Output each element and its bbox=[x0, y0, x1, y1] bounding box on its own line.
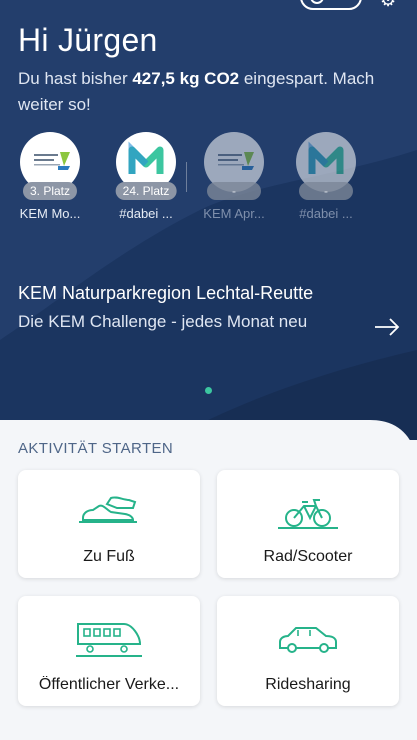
badge-name: KEM Mo... bbox=[19, 206, 81, 221]
arrow-right-icon[interactable] bbox=[374, 318, 400, 336]
savings-text: Du hast bisher 427,5 kg CO2 eingespart. … bbox=[18, 66, 398, 118]
badge-rank: - bbox=[207, 182, 261, 200]
toggle-knob bbox=[310, 0, 324, 4]
activity-label: Rad/Scooter bbox=[263, 548, 353, 565]
badge-rank: - bbox=[299, 182, 353, 200]
activity-tile-bike[interactable]: Rad/Scooter bbox=[217, 470, 399, 578]
activity-tile-walk[interactable]: Zu Fuß bbox=[18, 470, 200, 578]
greeting-title: Hi Jürgen bbox=[18, 22, 158, 58]
challenge-badges: 3. Platz KEM Mo... 24. Platz #dabei ... bbox=[14, 132, 414, 224]
car-icon bbox=[279, 627, 337, 653]
challenge-subtitle: Die KEM Challenge - jedes Monat neu bbox=[18, 312, 308, 331]
badge-dabei-2[interactable]: - #dabei ... bbox=[290, 132, 362, 221]
hero-banner: ⚙ Hi Jürgen Du hast bisher 427,5 kg CO2 … bbox=[0, 0, 417, 440]
activity-label: Öffentlicher Verke... bbox=[38, 676, 180, 693]
settings-icon[interactable]: ⚙ bbox=[380, 0, 396, 11]
challenge-title[interactable]: KEM Naturparkregion Lechtal-Reutte bbox=[18, 283, 313, 304]
savings-prefix: Du hast bisher bbox=[18, 69, 133, 88]
train-icon bbox=[76, 623, 142, 657]
carousel-indicator bbox=[205, 387, 212, 394]
section-title: AKTIVITÄT STARTEN bbox=[18, 440, 174, 457]
activity-tile-public-transport[interactable]: Öffentlicher Verke... bbox=[18, 596, 200, 706]
badge-divider bbox=[186, 162, 187, 192]
bicycle-icon bbox=[278, 499, 338, 529]
activity-label: Ridesharing bbox=[265, 676, 351, 693]
badge-name: #dabei ... bbox=[299, 206, 353, 221]
badge-rank: 24. Platz bbox=[115, 182, 177, 200]
badge-kem-mo[interactable]: 3. Platz KEM Mo... bbox=[14, 132, 86, 221]
activity-tile-ridesharing[interactable]: Ridesharing bbox=[217, 596, 399, 706]
badge-kem-apr[interactable]: - KEM Apr... bbox=[198, 132, 270, 221]
badge-name: #dabei ... bbox=[119, 206, 173, 221]
badge-name: KEM Apr... bbox=[203, 206, 265, 221]
badge-dabei-1[interactable]: 24. Platz #dabei ... bbox=[110, 132, 182, 221]
activity-label: Zu Fuß bbox=[83, 548, 135, 565]
badge-rank: 3. Platz bbox=[22, 182, 78, 200]
shoe-icon bbox=[79, 496, 137, 523]
mode-toggle[interactable] bbox=[300, 0, 362, 10]
savings-value: 427,5 kg CO2 bbox=[132, 69, 240, 88]
